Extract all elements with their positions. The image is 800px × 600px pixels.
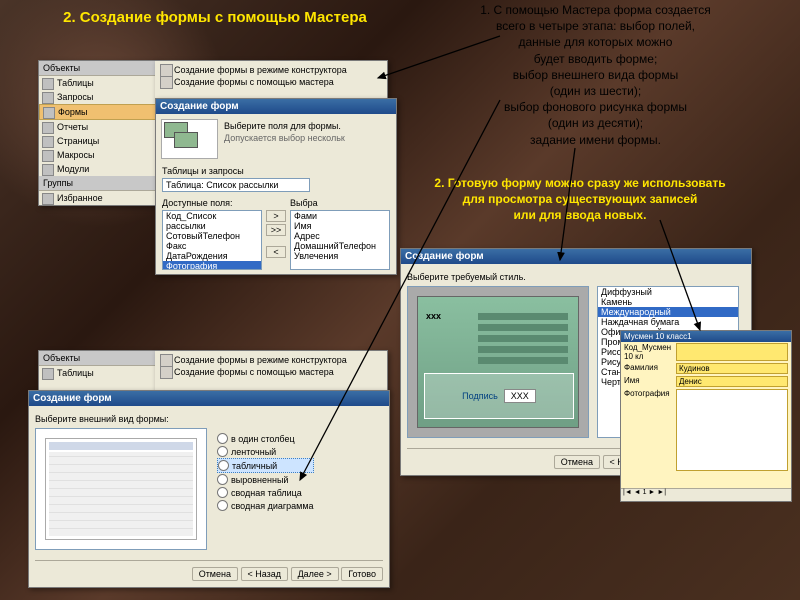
style-preview-data: XXX [504,389,536,403]
list-item: ДатаРождения [163,251,261,261]
form-field-row: ФамилияКудинов [621,362,791,375]
create-form-wizard-2[interactable]: Создание формы с помощью мастера [160,366,382,378]
style-preview-label: Подпись [462,391,498,401]
form-field-row: ИмяДенис [621,375,791,388]
create-form-wizard[interactable]: Создание формы с помощью мастера [160,76,382,88]
move-all-right-button[interactable]: >> [266,224,286,236]
form-wizard-step2: Создание форм Выберите внешний вид формы… [28,390,390,588]
done-button[interactable]: Готово [341,567,383,581]
layout-opt-column[interactable]: в один столбец [217,432,314,445]
sidebar-item-favorites[interactable]: Избранное [39,191,156,205]
create-form-designer-2[interactable]: Создание формы в режиме конструктора [160,354,382,366]
available-fields-label: Доступные поля: [162,198,262,208]
sidebar-item-tables[interactable]: Таблицы [39,76,156,90]
sidebar-item-queries[interactable]: Запросы [39,90,156,104]
layout-opt-justified[interactable]: выровненный [217,473,314,486]
wizard1-instr2: Допускается выбор нескольк [224,133,345,143]
wizard3-instr: Выберите требуемый стиль. [407,272,745,282]
wizard2-title: Создание форм [29,391,389,406]
sidebar-item-reports[interactable]: Отчеты [39,120,156,134]
form-icon [43,107,55,119]
form-create-options-1: Создание формы в режиме конструктора Соз… [155,60,388,100]
list-item: Камень [598,297,738,307]
back-button[interactable]: < Назад [241,567,289,581]
annotation-2: 2. Готовую форму можно сразу же использо… [380,175,780,224]
list-item: Увлечения [291,251,389,261]
sidebar-item-modules[interactable]: Модули [39,162,156,176]
list-item: Адрес [291,231,389,241]
list-item: СотовыйТелефон [163,231,261,241]
move-right-button[interactable]: > [266,210,286,222]
list-item: Имя [291,221,389,231]
table-icon [42,78,54,90]
selected-fields-label: Выбра [290,198,390,208]
move-left-button[interactable]: < [266,246,286,258]
wizard1-section-label: Таблицы и запросы [162,166,390,176]
sidebar-item-tables-2[interactable]: Таблицы [39,366,156,380]
list-item: Международный [598,307,738,317]
sidebar-item-macros[interactable]: Макросы [39,148,156,162]
cancel-button-3[interactable]: Отмена [554,455,600,469]
query-icon [42,92,54,104]
table-icon [42,368,54,380]
form-wizard-step1: Создание форм Выберите поля для формы. Д… [155,98,397,275]
title-2: 2. Создание формы с помощью Мастера [50,8,380,28]
wizard-icon [160,366,173,379]
wizard1-title: Создание форм [156,99,396,114]
layout-opt-ribbon[interactable]: ленточный [217,445,314,458]
wizard3-title: Создание форм [401,249,751,264]
list-item: ДомашнийТелефон [291,241,389,251]
wizard-icon [160,76,173,89]
layout-preview [35,428,207,550]
selected-fields-list[interactable]: Фами Имя Адрес ДомашнийТелефон Увлечения [290,210,390,270]
objects-panel-1: Объекты Таблицы Запросы Формы Отчеты Стр… [38,60,158,206]
tables-queries-combo[interactable]: Таблица: Список рассылки [162,178,310,192]
list-item: Диффузный [598,287,738,297]
list-item: Фотография [163,261,261,270]
create-form-designer[interactable]: Создание формы в режиме конструктора [160,64,382,76]
wizard1-instr: Выберите поля для формы. [224,121,345,131]
next-button[interactable]: Далее > [291,567,339,581]
list-item: Наждачная бумага [598,317,738,327]
macro-icon [42,150,54,162]
star-icon [42,193,54,205]
sidebar-item-pages[interactable]: Страницы [39,134,156,148]
list-item: Факс [163,241,261,251]
result-form-title: Мусмен 10 класс1 [621,331,791,342]
cancel-button[interactable]: Отмена [192,567,238,581]
objects-header-2: Объекты [39,351,156,366]
report-icon [42,122,54,134]
list-item: Код_Список рассылки [163,211,261,231]
available-fields-list[interactable]: Код_Список рассылки СотовыйТелефон Факс … [162,210,262,270]
form-create-options-2: Создание формы в режиме конструктора Соз… [155,350,388,392]
list-item: Фами [291,211,389,221]
module-icon [42,164,54,176]
page-icon [42,136,54,148]
result-form-window: Мусмен 10 класс1 Код_Мусмен 10 кл Фамили… [620,330,792,502]
groups-header: Группы [39,176,156,191]
objects-panel-2: Объекты Таблицы [38,350,158,392]
wizard2-instr: Выберите внешний вид формы: [35,414,383,424]
objects-header: Объекты [39,61,156,76]
annotation-1: 1. С помощью Мастера форма создается все… [398,2,793,148]
wizard1-preview-icon [161,119,218,159]
form-field-row: Код_Мусмен 10 кл [621,342,791,362]
layout-opt-pivotchart[interactable]: сводная диаграмма [217,499,314,512]
style-preview: xxx Подпись XXX [407,286,589,438]
layout-opt-tabular[interactable]: табличный [217,458,314,473]
sidebar-item-forms[interactable]: Формы [39,104,156,120]
form-field-row: Фотография [621,388,791,472]
layout-opt-pivottable[interactable]: сводная таблица [217,486,314,499]
record-navigator[interactable]: |◄ ◄ 1 ► ►| [621,488,791,501]
